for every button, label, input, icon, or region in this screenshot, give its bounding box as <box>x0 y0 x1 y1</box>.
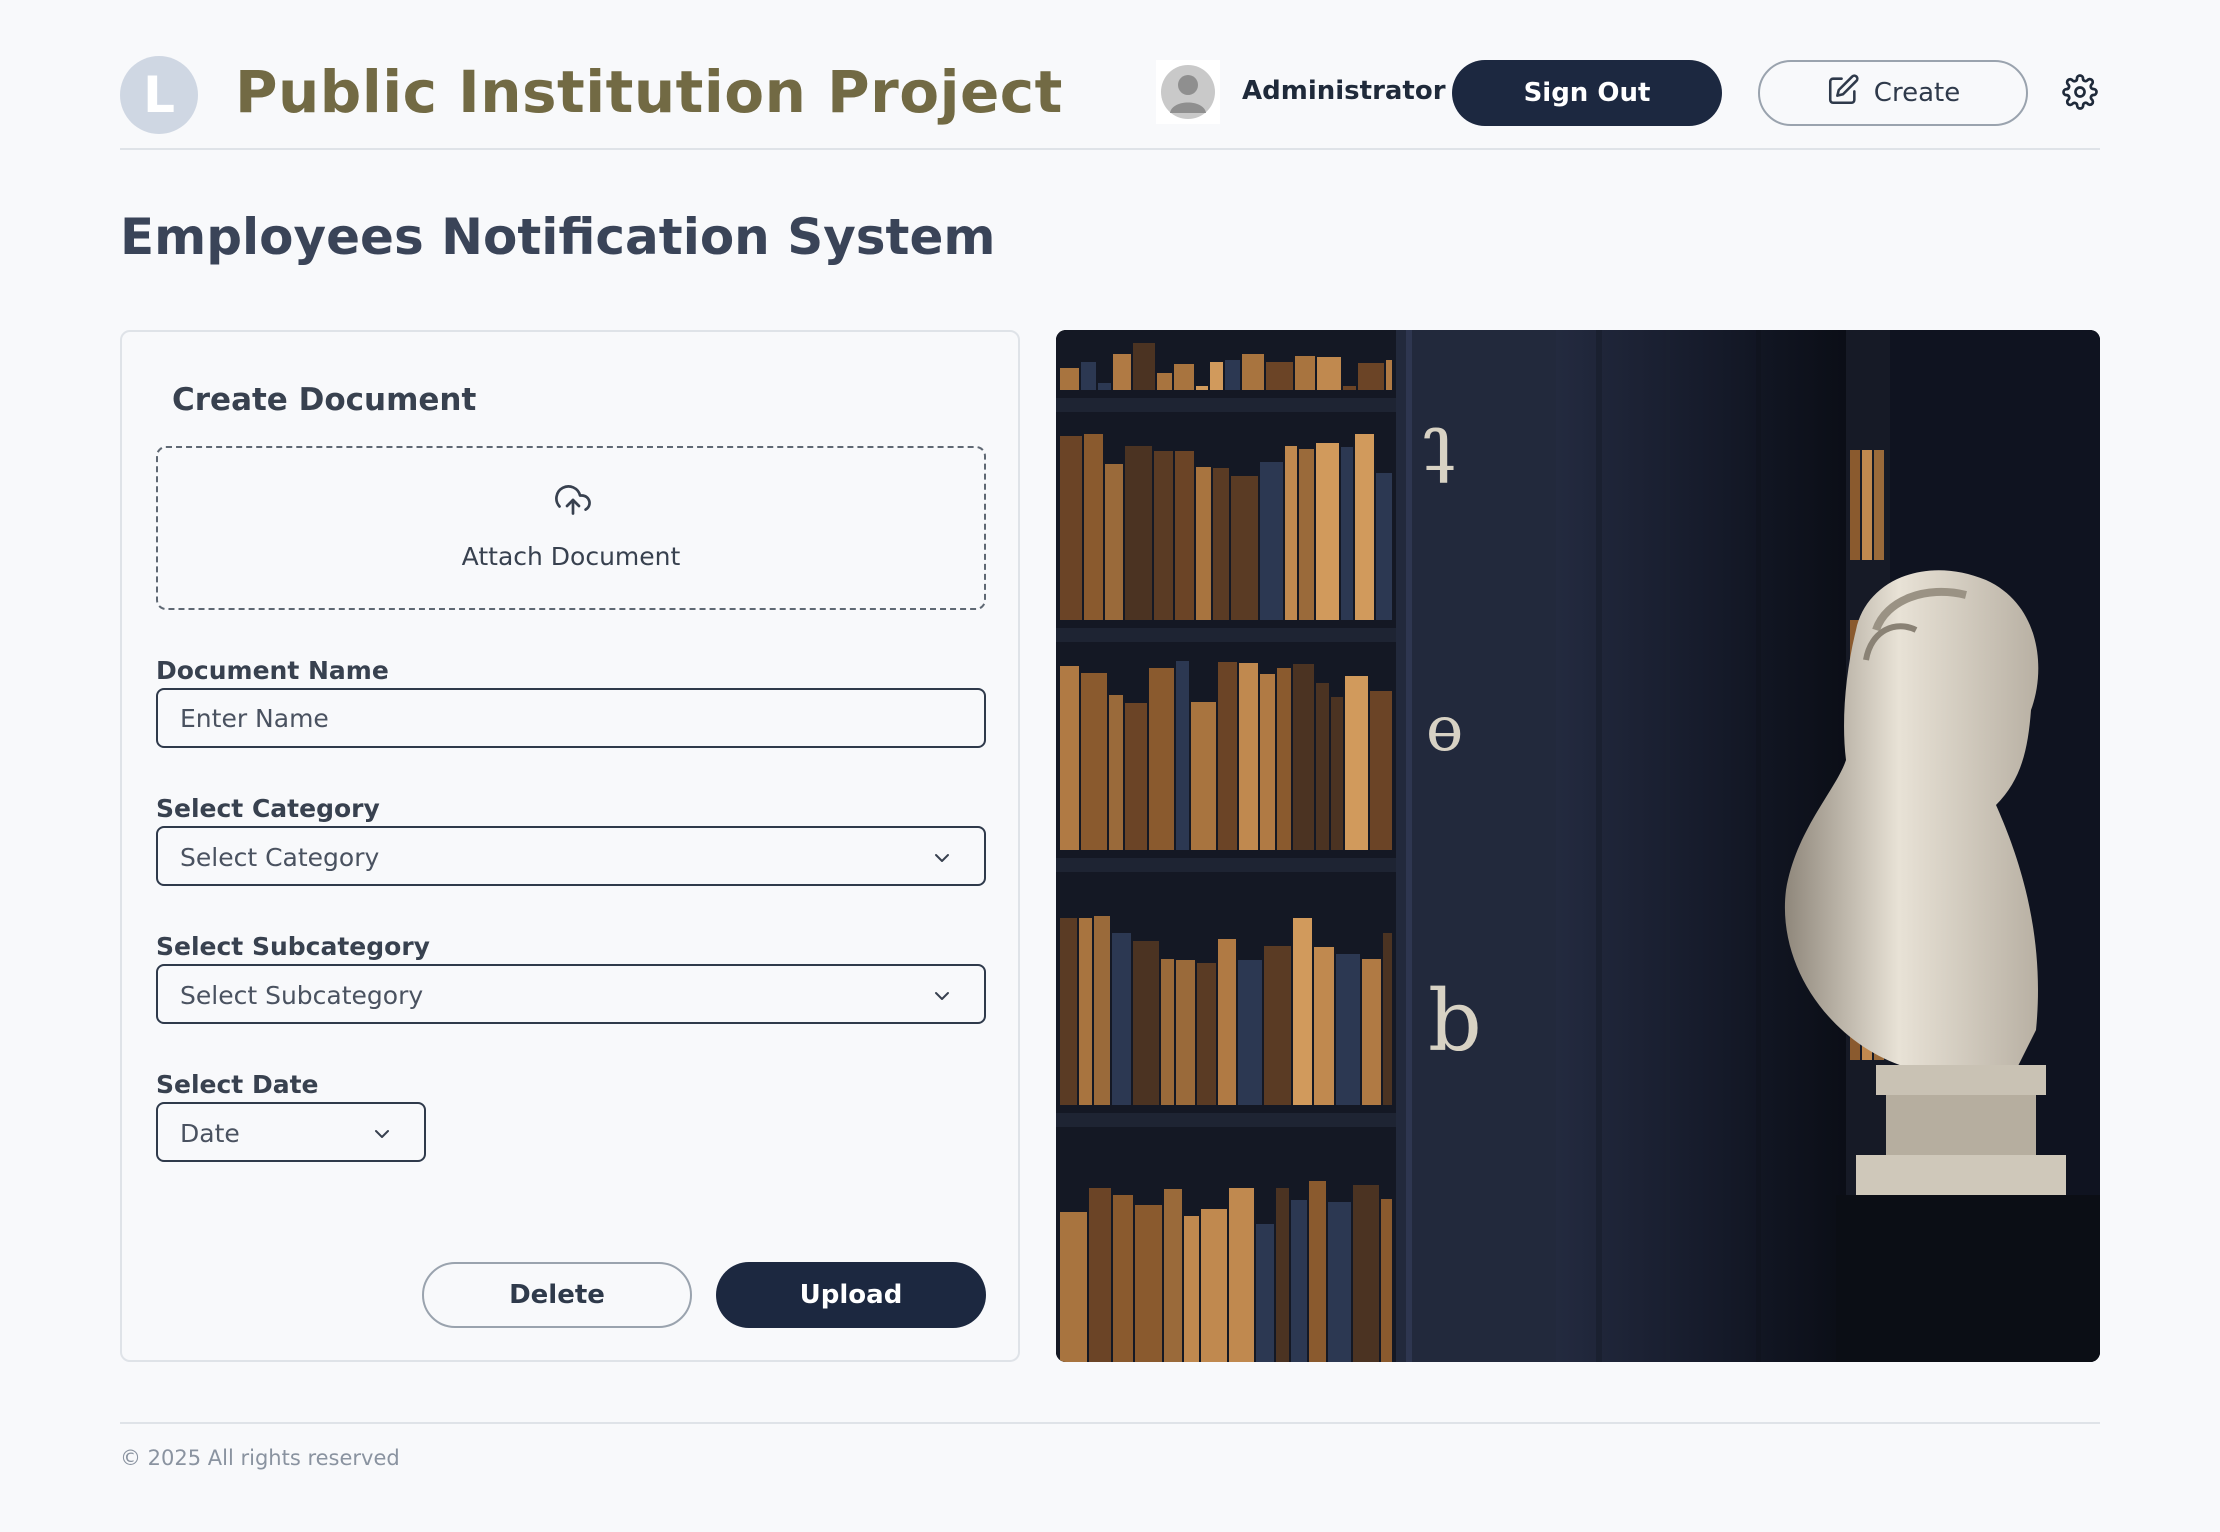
pencil-square-icon <box>1826 73 1860 114</box>
category-label: Select Category <box>156 794 380 823</box>
category-select[interactable]: Select Category <box>156 826 986 886</box>
footer-divider <box>120 1422 2100 1424</box>
library-photo: ʇ ɵ b d <box>1056 330 2100 1362</box>
chevron-down-icon <box>370 1122 394 1146</box>
subcategory-label: Select Subcategory <box>156 932 430 961</box>
subcategory-select[interactable]: Select Subcategory <box>156 964 986 1024</box>
user-name: Administrator <box>1242 76 1446 106</box>
document-name-input[interactable] <box>156 688 986 748</box>
document-name-label: Document Name <box>156 656 389 685</box>
svg-text:ʇ: ʇ <box>1422 396 1454 489</box>
date-select-value: Date <box>180 1119 240 1148</box>
date-label: Select Date <box>156 1070 319 1099</box>
delete-button[interactable]: Delete <box>422 1262 692 1328</box>
subcategory-select-value: Select Subcategory <box>180 981 424 1010</box>
create-document-card: Create Document Attach Document Document… <box>120 330 1020 1362</box>
gear-icon[interactable] <box>2062 74 2098 110</box>
chevron-down-icon <box>930 846 954 870</box>
page-title: Employees Notification System <box>120 208 996 266</box>
category-select-value: Select Category <box>180 843 380 872</box>
create-button[interactable]: Create <box>1758 60 2028 126</box>
header: L Public Institution Project Administrat… <box>120 46 2100 150</box>
svg-text:ɵ: ɵ <box>1426 692 1463 765</box>
attach-document-dropzone[interactable]: Attach Document <box>156 446 986 610</box>
attach-document-label: Attach Document <box>461 542 681 571</box>
logo: L <box>120 56 198 134</box>
create-button-label: Create <box>1873 78 1961 108</box>
cloud-upload-icon <box>555 482 591 518</box>
svg-text:b: b <box>1428 972 1482 1070</box>
upload-button[interactable]: Upload <box>716 1262 986 1328</box>
date-select[interactable]: Date <box>156 1102 426 1162</box>
card-title: Create Document <box>172 382 477 418</box>
sign-out-button[interactable]: Sign Out <box>1452 60 1722 126</box>
chevron-down-icon <box>930 984 954 1008</box>
footer-copyright: © 2025 All rights reserved <box>120 1446 400 1470</box>
user-avatar-icon[interactable] <box>1156 60 1220 124</box>
app-title: Public Institution Project <box>235 58 1063 126</box>
